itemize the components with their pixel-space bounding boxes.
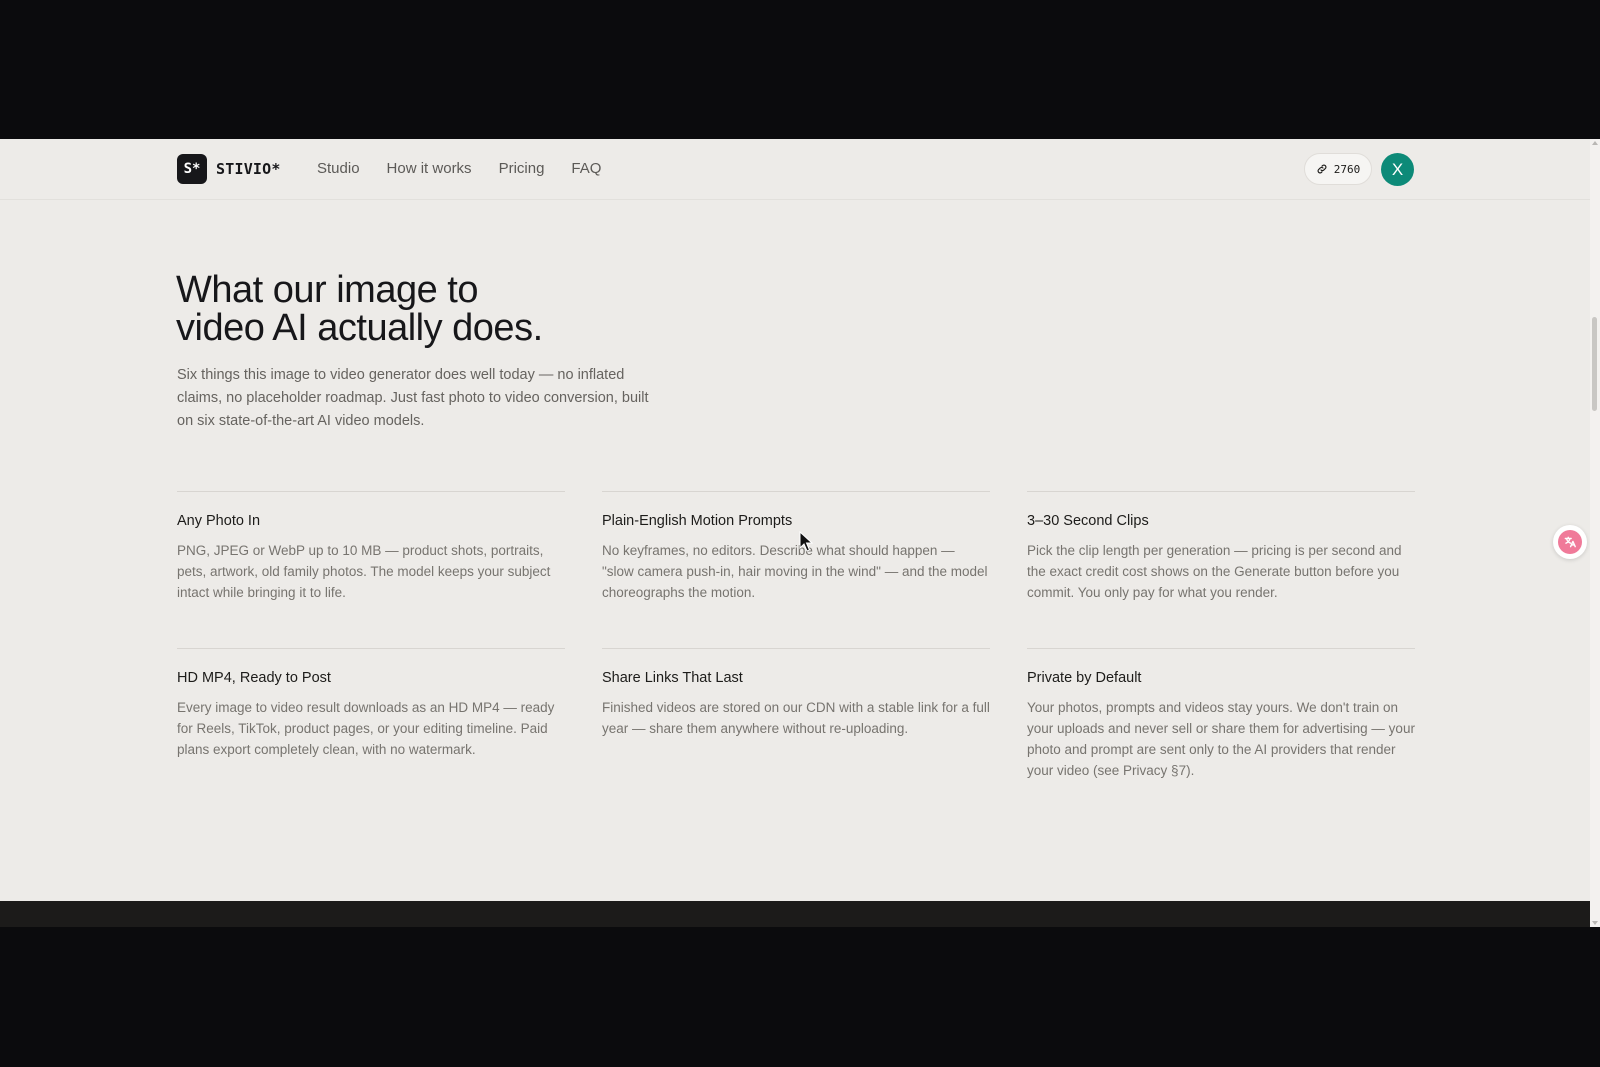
feature-text: No keyframes, no editors. Describe what … — [602, 543, 988, 600]
feature-text: Every image to video result downloads as… — [177, 700, 555, 757]
scroll-up-arrow-icon[interactable] — [1592, 141, 1598, 145]
section-title: What our image to video AI actually does… — [176, 271, 776, 347]
feature-share-links: Share Links That Last Finished videos ar… — [602, 648, 990, 739]
translate-widget-button[interactable] — [1553, 525, 1587, 559]
user-avatar[interactable]: X — [1381, 153, 1414, 186]
feature-title: Private by Default — [1027, 670, 1142, 686]
feature-text: Pick the clip length per generation — pr… — [1027, 543, 1402, 600]
logo-mark[interactable]: S* — [177, 154, 207, 184]
scroll-thumb[interactable] — [1592, 317, 1597, 411]
feature-motion-prompts: Plain-English Motion Prompts No keyframe… — [602, 491, 990, 603]
nav-how-it-works[interactable]: How it works — [387, 160, 472, 178]
section-subtitle: Six things this image to video generator… — [177, 367, 649, 429]
logo-text[interactable]: STIVIO* — [216, 160, 281, 178]
link-icon — [1317, 164, 1327, 174]
feature-title: 3–30 Second Clips — [1027, 513, 1149, 529]
section-title-line-2: video AI actually does. — [176, 307, 543, 349]
feature-title: Share Links That Last — [602, 670, 743, 686]
feature-text: Finished videos are stored on our CDN wi… — [602, 700, 990, 736]
scroll-down-arrow-icon[interactable] — [1592, 921, 1598, 925]
feature-hd-mp4: HD MP4, Ready to Post Every image to vid… — [177, 648, 565, 760]
nav-pricing[interactable]: Pricing — [499, 160, 545, 178]
site-header: S* STIVIO* Studio How it works Pricing F… — [0, 139, 1590, 200]
main-nav: Studio How it works Pricing FAQ — [317, 160, 628, 178]
feature-title: Plain-English Motion Prompts — [602, 513, 793, 529]
credits-badge[interactable]: 2760 — [1304, 153, 1372, 185]
feature-text: PNG, JPEG or WebP up to 10 MB — product … — [177, 543, 551, 600]
feature-title: HD MP4, Ready to Post — [177, 670, 331, 686]
section-title-line-1: What our image to — [176, 269, 478, 311]
page-scrollbar[interactable] — [1590, 139, 1600, 927]
nav-studio[interactable]: Studio — [317, 160, 360, 178]
mouse-cursor-icon — [799, 531, 813, 552]
feature-private-default: Private by Default Your photos, prompts … — [1027, 648, 1415, 781]
credits-count: 2760 — [1333, 162, 1361, 176]
translate-icon — [1558, 530, 1582, 554]
nav-faq[interactable]: FAQ — [571, 160, 601, 178]
feature-title: Any Photo In — [177, 513, 261, 529]
next-section-edge — [0, 901, 1590, 927]
feature-text: Your photos, prompts and videos stay you… — [1027, 700, 1415, 778]
feature-any-photo: Any Photo In PNG, JPEG or WebP up to 10 … — [177, 491, 565, 603]
feature-clip-length: 3–30 Second Clips Pick the clip length p… — [1027, 491, 1415, 603]
